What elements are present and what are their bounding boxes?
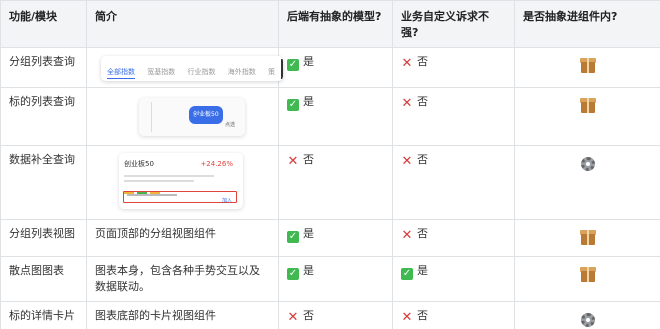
backend-cell: ✓ 是: [278, 87, 393, 146]
check-icon: ✓: [401, 268, 413, 280]
header-business: 业务自定义诉求不强?: [392, 0, 515, 48]
table-row: 分组列表视图 页面顶部的分组视图组件 ✓ 是 ✕ 否: [0, 219, 660, 257]
business-cell: ✕ 否: [392, 87, 515, 146]
business-cell: ✕ 否: [392, 301, 515, 329]
abstract-cell: [514, 219, 660, 257]
abstract-cell: [514, 301, 660, 329]
thumb-tab: 宽基指数: [147, 68, 176, 76]
cross-icon: ✕: [287, 154, 299, 169]
backend-cell: ✓ 是: [278, 47, 393, 88]
feature-name: 标的列表查询: [0, 87, 87, 146]
business-cell: ✕ 否: [392, 47, 515, 88]
intro-cell: 创业板50 +24.26% 加入: [86, 145, 279, 220]
thumb-link: 加入: [221, 198, 232, 204]
thumb-divider: [281, 59, 283, 79]
business-value: 否: [417, 309, 428, 322]
thumb-pill: 创业板50: [189, 106, 223, 124]
feature-name: 数据补全查询: [0, 145, 87, 220]
header-backend: 后端有抽象的模型?: [278, 0, 393, 48]
header-feature: 功能/模块: [0, 0, 87, 48]
gear-icon: [580, 313, 595, 327]
backend-value: 是: [303, 227, 314, 240]
thumb-button: 点选: [224, 122, 235, 128]
package-icon: [579, 267, 596, 282]
business-value: 是: [417, 264, 428, 277]
business-value: 否: [417, 55, 428, 68]
package-icon: [579, 230, 596, 245]
feature-name: 分组列表视图: [0, 219, 87, 257]
table-row: 数据补全查询 创业板50 +24.26% 加入 ✕ 否 ✕ 否: [0, 145, 660, 220]
feature-name: 标的详情卡片: [0, 301, 87, 329]
intro-cell: 图表本身，包含各种手势交互以及数据联动。: [86, 256, 279, 302]
backend-cell: ✓ 是: [278, 256, 393, 302]
backend-cell: ✓ 是: [278, 219, 393, 257]
backend-value: 否: [303, 309, 314, 322]
cross-icon: ✕: [401, 154, 413, 169]
intro-cell: 全部指数 宽基指数 行业指数 海外指数 策: [86, 47, 283, 88]
header-intro: 简介: [86, 0, 279, 48]
thumb-percent: +24.26%: [200, 160, 233, 168]
abstract-cell: [514, 47, 660, 88]
backend-value: 是: [303, 95, 314, 108]
business-value: 否: [417, 95, 428, 108]
backend-value: 是: [303, 55, 314, 68]
cross-icon: ✕: [401, 96, 413, 111]
group-tabs-thumbnail: 全部指数 宽基指数 行业指数 海外指数 策: [101, 56, 283, 81]
cross-icon: ✕: [401, 310, 413, 325]
business-cell: ✕ 否: [392, 145, 515, 220]
business-value: 否: [417, 227, 428, 240]
cross-icon: ✕: [287, 310, 299, 325]
feature-table: 功能/模块 简介 后端有抽象的模型? 业务自定义诉求不强? 是否抽象进组件内? …: [0, 0, 660, 329]
check-icon: ✓: [287, 231, 299, 243]
data-completion-thumbnail: 创业板50 +24.26% 加入: [119, 153, 243, 209]
cross-icon: ✕: [401, 228, 413, 243]
abstract-cell: [514, 87, 660, 146]
business-cell: ✓ 是: [392, 256, 515, 302]
header-row: 功能/模块 简介 后端有抽象的模型? 业务自定义诉求不强? 是否抽象进组件内?: [0, 0, 660, 48]
package-icon: [579, 58, 596, 73]
backend-value: 是: [303, 264, 314, 277]
intro-cell: 图表底部的卡片视图组件: [86, 301, 279, 329]
intro-cell: 页面顶部的分组视图组件: [86, 219, 279, 257]
thumb-tab: 行业指数: [187, 68, 216, 76]
table-row: 散点图图表 图表本身，包含各种手势交互以及数据联动。 ✓ 是 ✓ 是: [0, 256, 660, 302]
business-value: 否: [417, 153, 428, 166]
feature-name: 散点图图表: [0, 256, 87, 302]
thumb-tab: 海外指数: [227, 68, 256, 76]
intro-cell: 创业板50 点选: [86, 87, 279, 146]
abstract-cell: [514, 145, 660, 220]
gear-icon: [580, 157, 595, 171]
thumb-tab: 策: [267, 68, 275, 76]
check-icon: ✓: [287, 268, 299, 280]
cross-icon: ✕: [401, 56, 413, 71]
feature-name: 分组列表查询: [0, 47, 87, 88]
backend-value: 否: [303, 153, 314, 166]
backend-cell: ✕ 否: [278, 145, 393, 220]
package-icon: [579, 98, 596, 113]
header-abstract: 是否抽象进组件内?: [514, 0, 660, 48]
table-row: 标的详情卡片 图表底部的卡片视图组件 ✕ 否 ✕ 否: [0, 301, 660, 329]
backend-cell: ✕ 否: [278, 301, 393, 329]
list-query-thumbnail: 创业板50 点选: [139, 98, 245, 136]
abstract-cell: [514, 256, 660, 302]
highlight-box: 加入: [123, 191, 237, 204]
table-row: 分组列表查询 全部指数 宽基指数 行业指数 海外指数 策 ✓ 是 ✕ 否: [0, 47, 660, 88]
table-row: 标的列表查询 创业板50 点选 ✓ 是 ✕ 否: [0, 87, 660, 146]
check-icon: ✓: [287, 59, 299, 71]
check-icon: ✓: [287, 99, 299, 111]
thumb-tab: 全部指数: [107, 68, 135, 79]
business-cell: ✕ 否: [392, 219, 515, 257]
